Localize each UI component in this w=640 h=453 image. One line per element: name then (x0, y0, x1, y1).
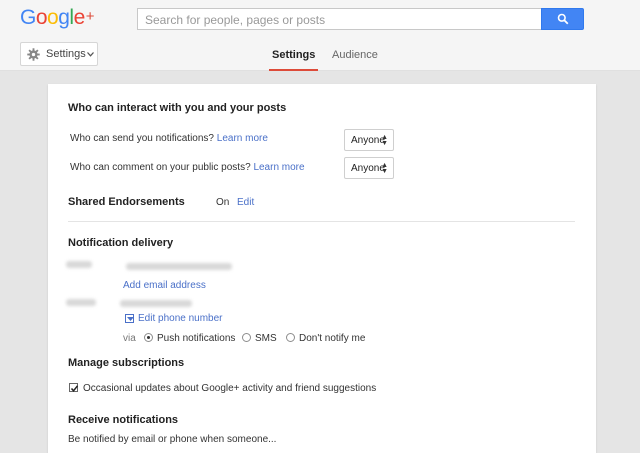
learn-more-link[interactable]: Learn more (217, 133, 268, 144)
subscriptions-heading: Manage subscriptions (68, 357, 185, 369)
dont-notify-radio[interactable] (286, 333, 295, 342)
tab-audience[interactable]: Audience (332, 49, 378, 61)
settings-dropdown-label: Settings (46, 48, 86, 60)
select-arrows-icon: ▲ ▼ (381, 162, 388, 175)
sub-nav-bar: Settings Settings Audience (0, 38, 640, 71)
top-bar: Google+ Search for people, pages or post… (0, 0, 640, 38)
phone-expand-toggle[interactable] (125, 314, 134, 323)
dont-notify-label: Don't notify me (299, 333, 366, 344)
push-notifications-radio[interactable] (144, 333, 153, 342)
redacted-phone-label (66, 299, 96, 306)
notifications-select[interactable]: Anyone ▲ ▼ (344, 129, 394, 151)
push-notifications-label: Push notifications (157, 333, 236, 344)
settings-panel: Who can interact with you and your posts… (48, 84, 596, 453)
edit-phone-link[interactable]: Edit phone number (138, 313, 223, 324)
search-icon (557, 13, 569, 25)
redacted-email-label (66, 261, 92, 268)
comment-question: Who can comment on your public posts? Le… (70, 162, 305, 173)
gear-icon (27, 48, 40, 61)
sms-radio[interactable] (242, 333, 251, 342)
learn-more-link[interactable]: Learn more (253, 162, 304, 173)
search-input[interactable]: Search for people, pages or posts (137, 8, 542, 30)
interact-heading: Who can interact with you and your posts (68, 102, 287, 114)
section-divider (68, 221, 575, 222)
receive-subtext: Be notified by email or phone when someo… (68, 434, 277, 445)
comment-select[interactable]: Anyone ▲ ▼ (344, 157, 394, 179)
via-label: via (123, 333, 136, 344)
settings-dropdown[interactable]: Settings (20, 42, 98, 66)
search-placeholder: Search for people, pages or posts (145, 13, 326, 27)
chevron-down-icon (87, 52, 94, 57)
receive-heading: Receive notifications (68, 414, 179, 426)
updates-checkbox-label: Occasional updates about Google+ activit… (83, 383, 377, 394)
checkmark-icon (70, 385, 79, 392)
tab-settings[interactable]: Settings (268, 49, 319, 71)
redacted-phone-value (120, 300, 192, 307)
sms-label: SMS (255, 333, 277, 344)
add-email-link[interactable]: Add email address (123, 280, 206, 291)
caret-down-icon (127, 317, 134, 321)
delivery-heading: Notification delivery (68, 237, 174, 249)
endorsements-edit-link[interactable]: Edit (237, 197, 254, 208)
search-button[interactable] (541, 8, 584, 30)
google-plus-logo[interactable]: Google+ (20, 6, 95, 30)
notifications-question: Who can send you notifications? Learn mo… (70, 133, 268, 144)
select-arrows-icon: ▲ ▼ (381, 134, 388, 147)
redacted-email-value (126, 263, 232, 270)
updates-checkbox[interactable] (69, 383, 79, 392)
endorsements-state: On (216, 197, 230, 208)
endorsements-label: Shared Endorsements (68, 196, 185, 208)
